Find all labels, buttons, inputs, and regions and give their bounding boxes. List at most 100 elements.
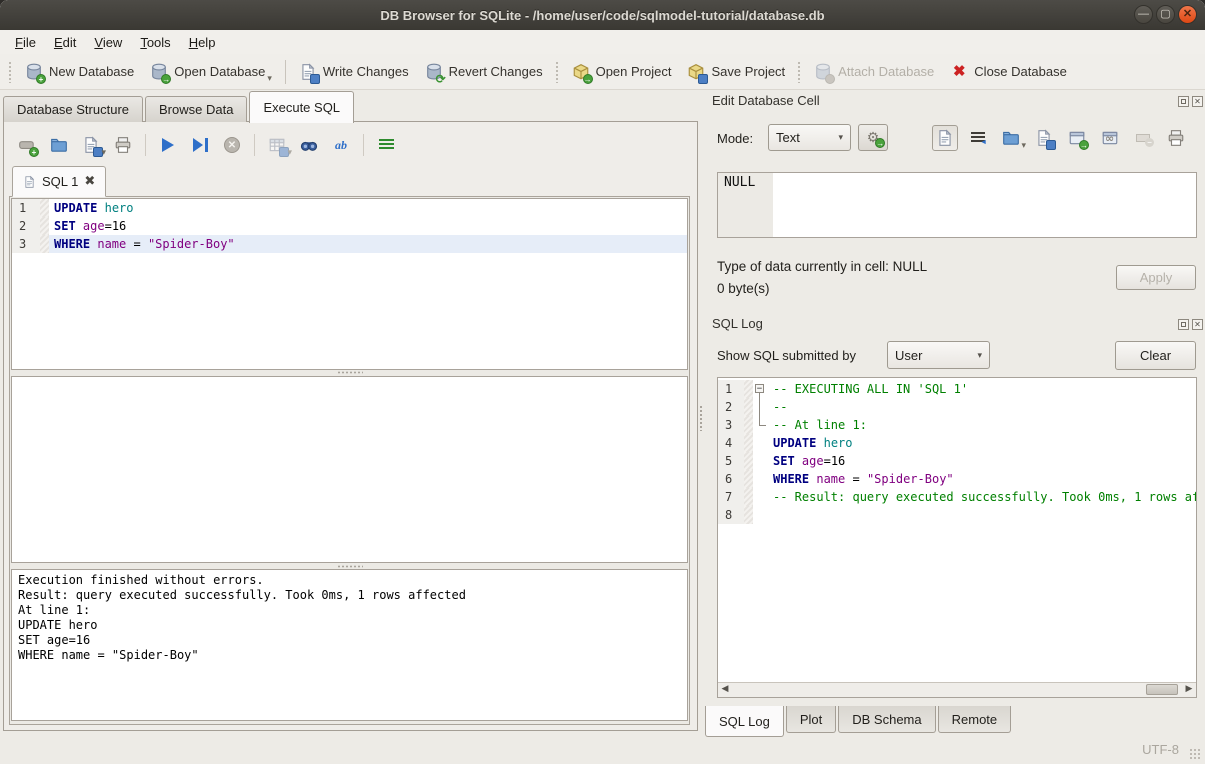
code-line[interactable]: 1UPDATE hero (12, 199, 687, 217)
execute-current-line-button[interactable] (187, 132, 213, 158)
save-results-button[interactable]: ▾ (264, 132, 290, 158)
float-panel-icon[interactable] (1178, 319, 1189, 330)
fold-margin[interactable] (753, 488, 768, 506)
float-panel-icon[interactable] (1178, 96, 1189, 107)
new-database-button[interactable]: + New Database (17, 58, 142, 86)
execution-message-pane[interactable]: Execution finished without errors.Result… (11, 569, 688, 721)
resize-grip[interactable] (1189, 748, 1201, 760)
message-line: At line 1: (18, 603, 681, 618)
code-line[interactable]: 5SET age=16 (718, 452, 1196, 470)
scroll-left-icon[interactable]: ◀ (718, 683, 732, 696)
code-line[interactable]: 1−-- EXECUTING ALL IN 'SQL 1' (718, 380, 1196, 398)
tab-remote[interactable]: Remote (938, 706, 1012, 733)
save-as-button[interactable] (1031, 125, 1057, 151)
new-sql-tab-icon: + (18, 136, 36, 154)
menu-help[interactable]: Help (180, 33, 225, 52)
fold-margin[interactable] (753, 470, 768, 488)
print-icon (114, 136, 132, 154)
save-project-button[interactable]: Save Project (679, 58, 793, 86)
menu-tools[interactable]: Tools (131, 33, 179, 52)
toolbar-handle[interactable] (8, 61, 13, 83)
write-changes-button[interactable]: Write Changes (291, 58, 417, 86)
export-button[interactable]: → (1064, 125, 1090, 151)
close-database-button[interactable]: ✖ Close Database (942, 58, 1075, 86)
close-icon[interactable]: ✕ (1178, 5, 1197, 24)
scroll-right-icon[interactable]: ▶ (1182, 683, 1196, 696)
log-horizontal-scrollbar[interactable]: ◀ ▶ (718, 682, 1196, 697)
menu-view[interactable]: View (85, 33, 131, 52)
toolbar-handle[interactable] (797, 61, 802, 83)
execute-all-button[interactable] (155, 132, 181, 158)
code-line[interactable]: 6WHERE name = "Spider-Boy" (718, 470, 1196, 488)
print-button[interactable] (110, 132, 136, 158)
revert-changes-button[interactable]: ⟳ Revert Changes (417, 58, 551, 86)
menu-file[interactable]: File (6, 33, 45, 52)
code-line[interactable]: 3-- At line 1: (718, 416, 1196, 434)
link-button[interactable]: ∞ (1097, 125, 1123, 151)
code-line[interactable]: 7-- Result: query executed successfully.… (718, 488, 1196, 506)
code-line[interactable]: 8 (718, 506, 1196, 524)
tab-execute-sql[interactable]: Execute SQL (249, 91, 354, 123)
fold-margin[interactable] (753, 434, 768, 452)
log-filter-select[interactable]: User▾ (887, 341, 990, 369)
sql-log-title: SQL Log (712, 316, 763, 331)
scrollbar-thumb[interactable] (1146, 684, 1178, 695)
line-number: 3 (12, 235, 40, 253)
tab-plot[interactable]: Plot (786, 706, 836, 733)
sql-editor[interactable]: 1UPDATE hero2SET age=163WHERE name = "Sp… (11, 198, 688, 370)
text-mode-button[interactable] (932, 125, 958, 151)
close-tab-icon[interactable]: ✖ (84, 175, 95, 188)
find-button[interactable] (296, 132, 322, 158)
format-sql-button[interactable] (373, 132, 399, 158)
app-window: DB Browser for SQLite - /home/user/code/… (0, 0, 1205, 764)
cell-type-info: Type of data currently in cell: NULL (717, 259, 927, 274)
close-panel-icon[interactable]: ✕ (1192, 96, 1203, 107)
line-number: 7 (718, 488, 744, 506)
fold-margin[interactable] (753, 452, 768, 470)
panel-splitter[interactable] (699, 405, 704, 431)
stop-button[interactable]: ✕ (219, 132, 245, 158)
results-grid-pane[interactable] (11, 376, 688, 563)
import-data-button[interactable]: ▾ (998, 125, 1024, 151)
message-line: Result: query executed successfully. Too… (18, 588, 681, 603)
tab-database-structure[interactable]: Database Structure (3, 96, 143, 122)
fold-margin[interactable] (753, 416, 768, 434)
code-line[interactable]: 4UPDATE hero (718, 434, 1196, 452)
fold-margin[interactable] (753, 398, 768, 416)
save-as-icon (1035, 129, 1053, 147)
code-line[interactable]: 2SET age=16 (12, 217, 687, 235)
maximize-icon[interactable]: ▢ (1156, 5, 1175, 24)
fold-margin[interactable] (753, 506, 768, 524)
word-wrap-button[interactable] (965, 125, 991, 151)
auto-apply-button[interactable]: ⚙→ (858, 124, 888, 151)
new-sql-tab-button[interactable]: + (14, 132, 40, 158)
code-line[interactable]: 2-- (718, 398, 1196, 416)
apply-button[interactable]: Apply (1116, 265, 1196, 290)
mode-select[interactable]: Text▾ (768, 124, 851, 151)
tab-sql-log[interactable]: SQL Log (705, 706, 784, 737)
open-database-button[interactable]: → Open Database ▾ (142, 58, 280, 86)
code-line[interactable]: 3WHERE name = "Spider-Boy" (12, 235, 687, 253)
save-sql-file-button[interactable]: ▾ (78, 132, 104, 158)
print-cell-button[interactable] (1163, 125, 1189, 151)
open-project-button[interactable]: → Open Project (564, 58, 680, 86)
tab-browse-data[interactable]: Browse Data (145, 96, 247, 122)
toolbar-handle[interactable] (555, 61, 560, 83)
sql-file-tab[interactable]: SQL 1 ✖ (12, 166, 106, 197)
replace-button[interactable]: ab (328, 132, 354, 158)
cell-value-editor[interactable]: NULL (717, 172, 1197, 238)
dropdown-arrow-icon[interactable]: ▾ (101, 147, 106, 160)
open-sql-file-button[interactable] (46, 132, 72, 158)
editor-results-splitter[interactable] (11, 370, 688, 375)
attach-database-button[interactable]: Attach Database (806, 58, 942, 86)
menu-edit[interactable]: Edit (45, 33, 85, 52)
sql-log-view[interactable]: 1−-- EXECUTING ALL IN 'SQL 1'2--3-- At l… (717, 377, 1197, 698)
minimize-icon[interactable]: — (1134, 5, 1153, 24)
dropdown-arrow-icon[interactable]: ▾ (267, 73, 272, 86)
set-null-button[interactable] (1130, 125, 1156, 151)
titlebar[interactable]: DB Browser for SQLite - /home/user/code/… (0, 0, 1205, 31)
tab-db-schema[interactable]: DB Schema (838, 706, 935, 733)
clear-log-button[interactable]: Clear (1115, 341, 1196, 370)
close-panel-icon[interactable]: ✕ (1192, 319, 1203, 330)
fold-margin[interactable]: − (753, 380, 768, 398)
